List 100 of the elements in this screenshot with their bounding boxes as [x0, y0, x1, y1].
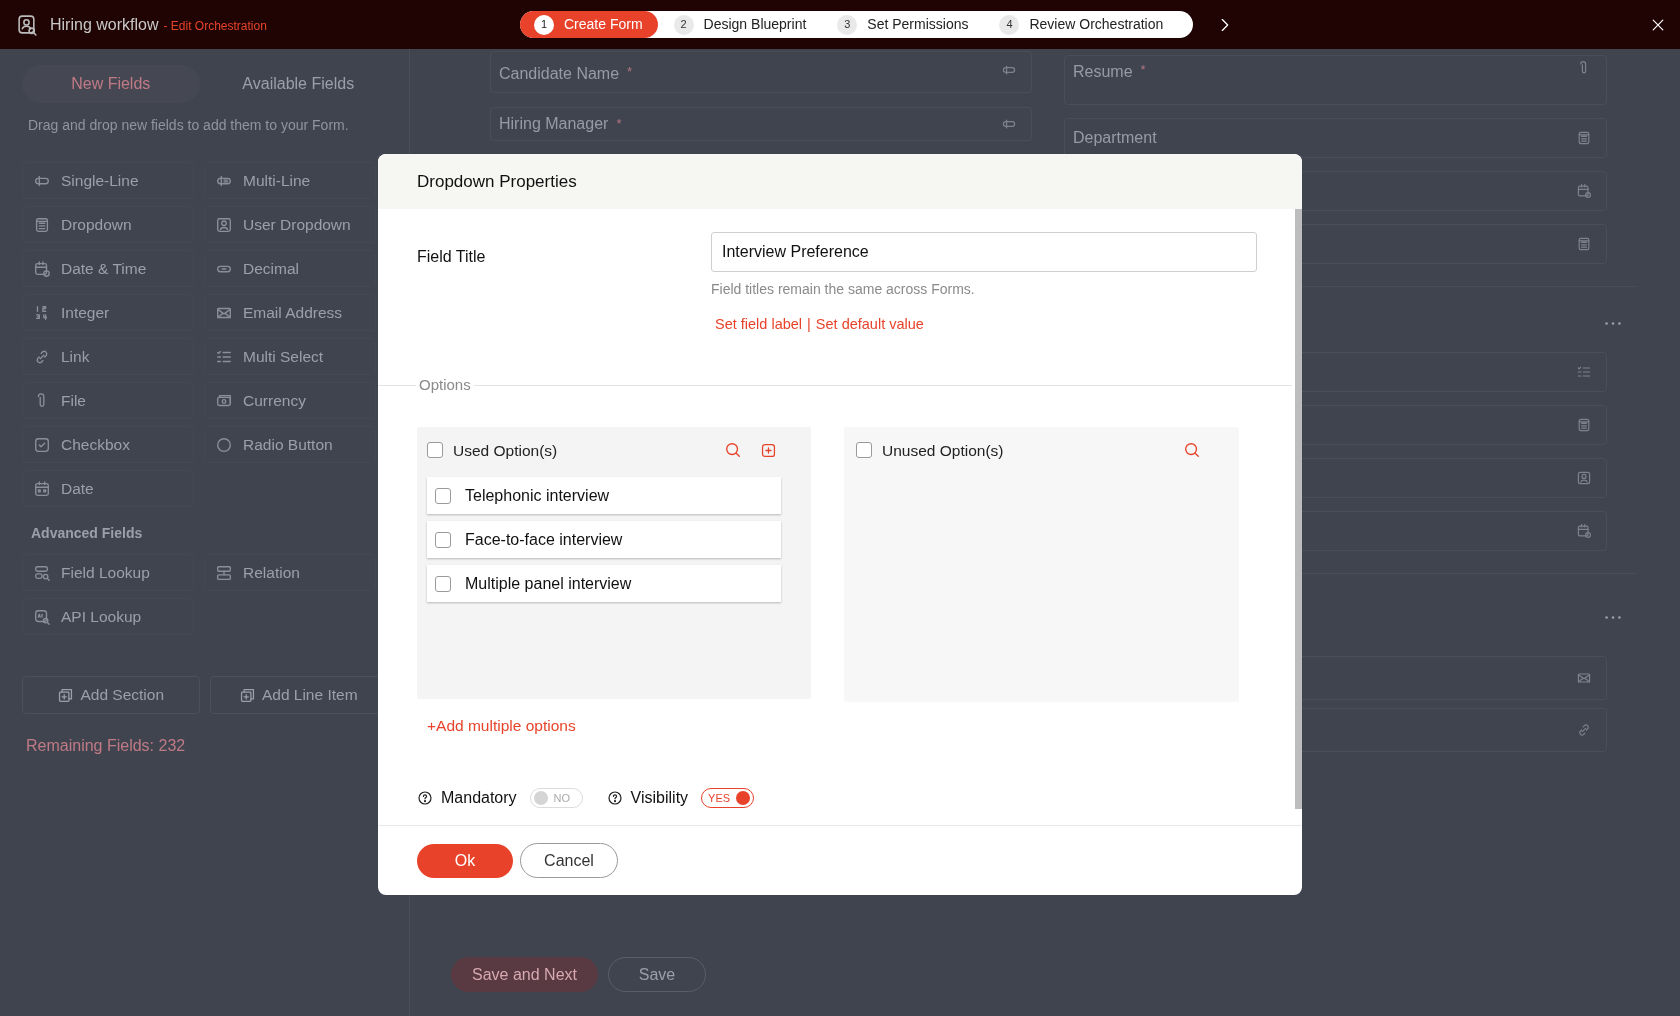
- palette-hint: Drag and drop new fields to add them to your Form.: [28, 116, 350, 135]
- checkbox[interactable]: [427, 442, 443, 459]
- help-icon: [606, 790, 623, 807]
- toggle-label: Visibility: [630, 788, 689, 809]
- add-options-link[interactable]: +Add multiple options: [427, 714, 576, 738]
- panel-tab[interactable]: Available Fields: [209, 65, 387, 103]
- list-box-icon: [33, 215, 51, 234]
- form-field-label: Department: [1073, 128, 1157, 148]
- more-icon: [1605, 322, 1621, 325]
- field-type-label: Field Lookup: [61, 562, 150, 583]
- ok-button[interactable]: Ok: [417, 843, 513, 878]
- step-label: Review Orchestration: [1029, 15, 1164, 34]
- toggle-switch[interactable]: YES: [701, 788, 755, 809]
- field-type-tile[interactable]: Single-Line: [22, 162, 194, 199]
- field-type-tile[interactable]: Integer: [22, 294, 194, 331]
- search-icon: [1183, 441, 1201, 460]
- step-number: 1: [534, 14, 554, 35]
- panel-tab[interactable]: New Fields: [22, 65, 200, 103]
- field-type-tile[interactable]: Multi-Line: [204, 162, 376, 199]
- field-type-label: Radio Button: [243, 434, 333, 455]
- checkbox[interactable]: [435, 487, 451, 504]
- required-mark: *: [616, 115, 622, 134]
- step-number: 4: [999, 14, 1020, 35]
- option-row[interactable]: Telephonic interview: [427, 477, 781, 515]
- panel-heading: Unused Option(s): [882, 440, 1005, 461]
- field-type-label: API Lookup: [61, 606, 142, 627]
- section-heading: Advanced Fields: [31, 524, 144, 543]
- dialog-title: Dropdown Properties: [417, 170, 577, 193]
- list-box-icon: [1576, 130, 1592, 146]
- step-tab[interactable]: 1 Create Form: [520, 11, 658, 38]
- field-type-label: Multi-Line: [243, 170, 311, 191]
- field-type-tile[interactable]: Multi Select: [204, 338, 376, 375]
- add-copy-icon: [238, 686, 256, 704]
- field-type-tile[interactable]: Field Lookup: [22, 554, 194, 591]
- app-title: Hiring workflow: [50, 14, 159, 35]
- toggle-knob: [533, 791, 548, 806]
- field-type-tile[interactable]: Checkbox: [22, 426, 194, 463]
- field-type-tile[interactable]: Date: [22, 470, 194, 507]
- set-label-link[interactable]: Set field label: [715, 314, 803, 336]
- field-type-tile[interactable]: Link: [22, 338, 194, 375]
- field-type-tile[interactable]: Currency: [204, 382, 376, 419]
- app-subtitle: - Edit Orchestration: [163, 17, 267, 35]
- option-label: Multiple panel interview: [465, 573, 632, 594]
- option-row[interactable]: Face-to-face interview: [427, 521, 781, 559]
- field-type-label: Multi Select: [243, 346, 324, 367]
- field-type-tile[interactable]: Dropdown: [22, 206, 194, 243]
- form-field-card[interactable]: Hiring Manager *: [490, 107, 1032, 141]
- field-type-label: Decimal: [243, 258, 299, 279]
- list-box-icon: [1576, 417, 1592, 433]
- lookup-icon: [33, 563, 51, 582]
- field-type-label: Date & Time: [61, 258, 147, 279]
- link-separator: |: [807, 315, 811, 334]
- checkbox[interactable]: [435, 531, 451, 548]
- toggle-knob: [736, 791, 751, 806]
- option-label: Telephonic interview: [465, 485, 610, 506]
- save-next-button[interactable]: Save and Next: [451, 957, 598, 992]
- form-field-label: Candidate Name: [499, 64, 620, 84]
- field-type-tile[interactable]: Relation: [204, 554, 376, 591]
- field-type-tile[interactable]: API Lookup: [22, 598, 194, 635]
- checkbox[interactable]: [856, 442, 872, 459]
- checklist-icon: [1576, 364, 1592, 380]
- form-field-card[interactable]: Resume *: [1064, 55, 1607, 105]
- logo-icon: [16, 13, 38, 36]
- field-type-label: Relation: [243, 562, 300, 583]
- step-label: Set Permissions: [867, 15, 969, 34]
- field-type-label: Checkbox: [61, 434, 130, 455]
- field-type-tile[interactable]: File: [22, 382, 194, 419]
- panel-heading: Used Option(s): [453, 440, 559, 461]
- more-button[interactable]: [1605, 616, 1621, 619]
- radio-icon: [215, 435, 233, 454]
- add-button[interactable]: Add Section: [22, 676, 200, 714]
- field-type-tile[interactable]: Date & Time: [22, 250, 194, 287]
- api-search-icon: [33, 607, 51, 626]
- field-title-input[interactable]: Interview Preference: [711, 232, 1257, 272]
- field-type-tile[interactable]: User Dropdown: [204, 206, 376, 243]
- scrollbar[interactable]: [1295, 209, 1302, 809]
- field-type-tile[interactable]: Radio Button: [204, 426, 376, 463]
- toggle-switch[interactable]: NO: [529, 788, 583, 809]
- step-label: Create Form: [564, 15, 643, 34]
- field-type-tile[interactable]: Email Address: [204, 294, 376, 331]
- field-type-label: Single-Line: [61, 170, 139, 191]
- search-button[interactable]: [1183, 441, 1201, 460]
- required-mark: *: [627, 63, 633, 81]
- checkbox-icon: [33, 435, 51, 454]
- more-button[interactable]: [1605, 322, 1621, 325]
- add-icon: [760, 441, 777, 459]
- relation-icon: [215, 563, 233, 582]
- add-option-button[interactable]: [760, 441, 777, 459]
- form-field-card[interactable]: Candidate Name *: [490, 51, 1032, 93]
- envelope-icon: [1576, 670, 1592, 686]
- required-mark: *: [1140, 61, 1146, 79]
- set-default-link[interactable]: Set default value: [815, 314, 924, 336]
- option-row[interactable]: Multiple panel interview: [427, 565, 781, 603]
- toggle-label: Mandatory: [441, 788, 517, 809]
- field-type-label: Dropdown: [61, 214, 132, 235]
- text-field-icon: [1001, 62, 1017, 78]
- field-type-tile[interactable]: Decimal: [204, 250, 376, 287]
- search-button[interactable]: [724, 441, 742, 460]
- text-field-icon: [1001, 116, 1017, 132]
- checkbox[interactable]: [435, 575, 451, 592]
